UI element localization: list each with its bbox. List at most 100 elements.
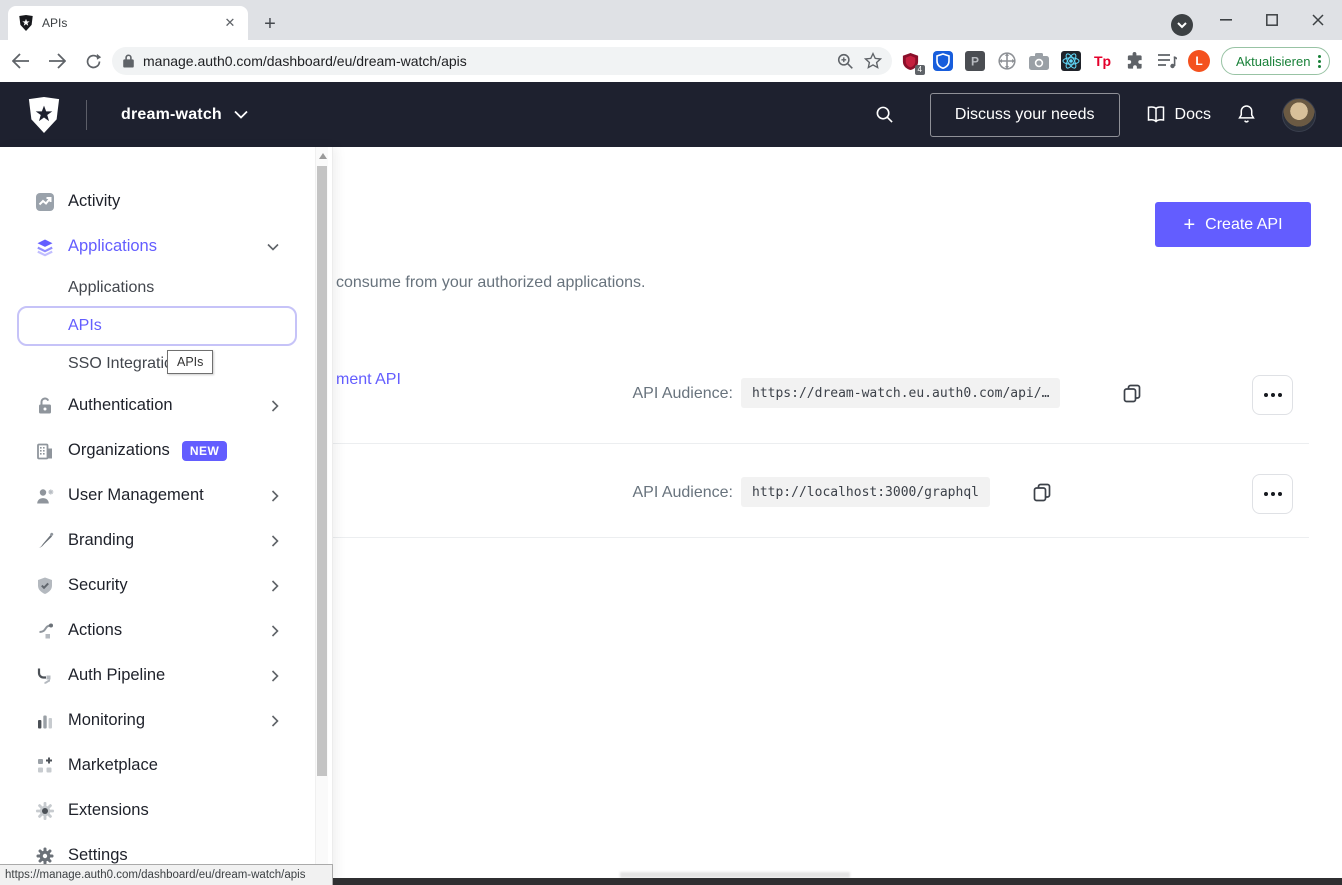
scrollbar-up-arrow[interactable] [319, 153, 327, 159]
tab-close-icon[interactable]: ✕ [222, 15, 238, 31]
sidebar-item-monitoring[interactable]: Monitoring [0, 698, 332, 743]
discuss-your-needs-button[interactable]: Discuss your needs [930, 93, 1120, 137]
shield-check-icon [35, 576, 55, 596]
new-badge: NEW [182, 441, 228, 461]
sidebar-subitem-sso-integrations[interactable]: SSO Integrations [0, 345, 332, 383]
row-menu-button[interactable] [1252, 474, 1293, 514]
window-close-button[interactable] [1303, 8, 1333, 32]
tenant-switcher[interactable]: dream-watch [121, 106, 222, 124]
sidebar-item-organizations[interactable]: Organizations NEW [0, 428, 332, 473]
window-minimize-button[interactable] [1211, 8, 1241, 32]
api-audience-label: API Audience: [613, 385, 733, 403]
activity-icon [35, 192, 55, 212]
svg-text:P: P [970, 55, 978, 69]
sidebar-item-label: Applications [68, 237, 157, 256]
chevron-right-icon [271, 490, 279, 502]
focus-ring [17, 306, 297, 346]
p-extension-icon[interactable]: P [964, 51, 985, 72]
sidebar-item-label: Branding [68, 531, 134, 550]
bar-chart-icon [35, 711, 55, 731]
api-name-link[interactable]: ment API [336, 371, 401, 389]
book-icon [1146, 106, 1166, 123]
browser-tab[interactable]: APIs ✕ [8, 6, 248, 40]
sidebar-item-label: Auth Pipeline [68, 666, 165, 685]
browser-toolbar: manage.auth0.com/dashboard/eu/dream-watc… [0, 40, 1342, 82]
music-queue-icon[interactable] [1156, 51, 1177, 72]
window-maximize-button[interactable] [1257, 8, 1287, 32]
sidebar-item-auth-pipeline[interactable]: Auth Pipeline [0, 653, 332, 698]
notifications-bell-icon[interactable] [1237, 104, 1256, 125]
row-menu-button[interactable] [1252, 375, 1293, 415]
chevron-right-icon [271, 580, 279, 592]
forward-icon[interactable] [42, 46, 72, 76]
sidebar-item-actions[interactable]: Actions [0, 608, 332, 653]
api-audience-label: API Audience: [613, 484, 733, 502]
tp-extension-icon[interactable]: Tp [1092, 51, 1113, 72]
sidebar-item-label: Security [68, 576, 128, 595]
sidebar-item-label: User Management [68, 486, 204, 505]
sidebar-item-activity[interactable]: Activity [0, 179, 332, 224]
tab-title: APIs [42, 16, 214, 30]
zoom-level-icon[interactable] [837, 53, 854, 70]
sidebar-item-branding[interactable]: Branding [0, 518, 332, 563]
move-tool-icon[interactable] [996, 51, 1017, 72]
create-api-button[interactable]: + Create API [1155, 202, 1311, 247]
browser-profile-avatar[interactable]: L [1188, 50, 1210, 72]
lock-icon[interactable] [122, 53, 135, 69]
sidebar-item-label: Actions [68, 621, 122, 640]
plus-icon: + [1183, 215, 1195, 235]
sidebar-item-applications[interactable]: Applications [0, 224, 332, 269]
sidebar-item-label: Authentication [68, 396, 173, 415]
bookmark-star-icon[interactable] [864, 52, 882, 70]
auth0-favicon [18, 15, 34, 31]
sidebar-subitem-applications[interactable]: Applications [0, 269, 332, 307]
new-tab-button[interactable]: + [258, 12, 282, 36]
sidebar-item-security[interactable]: Security [0, 563, 332, 608]
chevron-right-icon [271, 400, 279, 412]
ublock-icon[interactable]: 4 [900, 51, 921, 72]
react-devtools-icon[interactable] [1060, 51, 1081, 72]
back-icon[interactable] [6, 46, 36, 76]
user-avatar[interactable] [1282, 98, 1316, 132]
marketplace-icon [35, 756, 55, 776]
copy-icon[interactable] [1121, 382, 1143, 404]
sidebar-item-extensions[interactable]: Extensions [0, 788, 332, 833]
api-row: ment API API Audience: https://dream-wat… [333, 345, 1309, 443]
apis-tooltip: APIs [167, 350, 213, 374]
sidebar-item-marketplace[interactable]: Marketplace [0, 743, 332, 788]
url-text[interactable]: manage.auth0.com/dashboard/eu/dream-watc… [143, 53, 829, 69]
address-bar[interactable]: manage.auth0.com/dashboard/eu/dream-watc… [112, 47, 892, 75]
auth0-header: dream-watch Discuss your needs Docs [0, 82, 1342, 147]
sidebar-item-user-management[interactable]: User Management [0, 473, 332, 518]
tenant-chevron-down-icon[interactable] [234, 110, 248, 119]
api-audience-value: http://localhost:3000/graphql [741, 477, 990, 507]
docs-link[interactable]: Docs [1146, 106, 1211, 124]
bottom-banner-edge [230, 878, 1342, 885]
media-control-icon[interactable] [1171, 14, 1193, 36]
puzzle-extensions-icon[interactable] [1124, 51, 1145, 72]
organization-icon [35, 441, 55, 461]
copy-icon[interactable] [1031, 481, 1053, 503]
chevron-down-icon [267, 243, 279, 251]
scrollbar-thumb[interactable] [317, 166, 327, 776]
sidebar-scrollbar[interactable] [315, 147, 328, 885]
browser-update-button[interactable]: Aktualisieren [1221, 47, 1330, 75]
auth0-logo-icon[interactable] [26, 97, 62, 133]
sidebar-subitem-apis[interactable]: APIs [0, 307, 332, 345]
sidebar-item-label: Monitoring [68, 711, 145, 730]
ublock-badge: 4 [915, 65, 925, 75]
reload-icon[interactable] [78, 46, 108, 76]
search-icon[interactable] [875, 105, 894, 124]
camera-icon[interactable] [1028, 51, 1049, 72]
applications-icon [35, 237, 55, 257]
browser-tab-strip: APIs ✕ + [0, 0, 1342, 40]
sidebar-item-label: Organizations [68, 441, 170, 460]
browser-menu-icon[interactable] [1318, 55, 1321, 68]
paintbrush-icon [35, 531, 55, 551]
extensions-icon [35, 801, 55, 821]
sidebar-item-label: Settings [68, 846, 128, 865]
chevron-right-icon [271, 670, 279, 682]
bitwarden-icon[interactable] [932, 51, 953, 72]
pipeline-icon [35, 666, 55, 686]
sidebar-item-authentication[interactable]: Authentication [0, 383, 332, 428]
